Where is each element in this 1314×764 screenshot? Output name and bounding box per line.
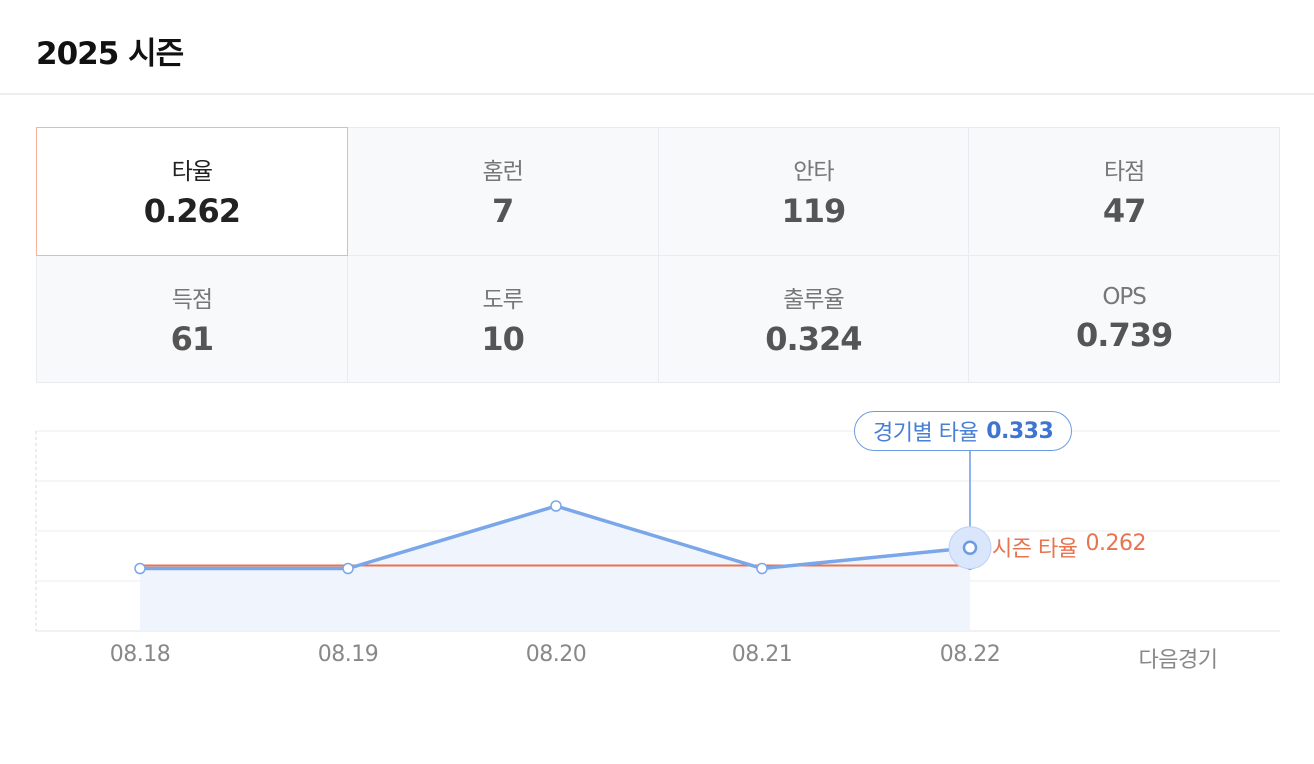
stat-ops[interactable]: OPS 0.739 [969,255,1279,382]
x-tick-label: 다음경기 [1138,648,1218,673]
stat-runs[interactable]: 득점 61 [37,255,347,382]
season-average-value: 0.262 [1085,531,1146,556]
season-average-label: 시즌 타율 0.262 [992,531,1146,563]
stat-label: OPS [1102,283,1147,310]
stat-hits[interactable]: 안타 119 [658,128,969,255]
stat-label: 출루율 [783,286,844,313]
stat-value: 0.262 [143,192,241,231]
game-average-point [550,500,562,512]
x-tick-label: 08.22 [939,642,1001,667]
tooltip-value: 0.333 [986,418,1054,444]
stat-value: 61 [170,319,215,358]
stat-home-runs[interactable]: 홈런 7 [347,128,658,255]
season-average-label-text: 시즌 타율 [992,537,1078,562]
stat-stolen-bases[interactable]: 도루 10 [347,255,658,382]
tooltip-label: 경기별 타율 [873,421,979,446]
x-tick-label: 08.18 [109,642,171,667]
stat-value: 47 [1102,192,1147,231]
game-average-point [756,562,768,575]
page-title: 2025 시즌 [36,36,184,72]
game-average-point [134,562,146,575]
stat-value: 0.324 [765,319,862,358]
batting-average-chart: 경기별 타율 0.333 시즌 타율 0.262 08.18 08.19 08.… [0,400,1314,700]
stat-value: 0.739 [1076,315,1173,354]
header: 2025 시즌 [0,0,1314,95]
x-tick-label: 08.19 [317,642,379,667]
stat-label: 타점 [1103,159,1145,186]
game-average-point [962,540,978,555]
stat-batting-average[interactable]: 타율 0.262 [36,127,348,255]
stat-label: 홈런 [482,159,523,186]
stat-label: 안타 [793,159,834,186]
stat-value: 10 [481,319,525,358]
stat-rbi[interactable]: 타점 47 [969,128,1279,255]
stat-value: 7 [491,192,514,231]
game-average-point [342,562,354,575]
stat-value: 119 [781,192,846,231]
game-average-tooltip: 경기별 타율 0.333 [854,411,1073,451]
stat-on-base-percentage[interactable]: 출루율 0.324 [658,255,969,382]
x-tick-label: 08.20 [525,642,587,667]
stats-grid: 타율 0.262 홈런 7 안타 119 타점 47 득점 61 도루 10 출… [36,127,1280,383]
stat-label: 도루 [482,286,523,313]
stat-label: 득점 [171,286,213,313]
x-tick-label: 08.21 [731,642,793,667]
stat-label: 타율 [171,159,213,186]
